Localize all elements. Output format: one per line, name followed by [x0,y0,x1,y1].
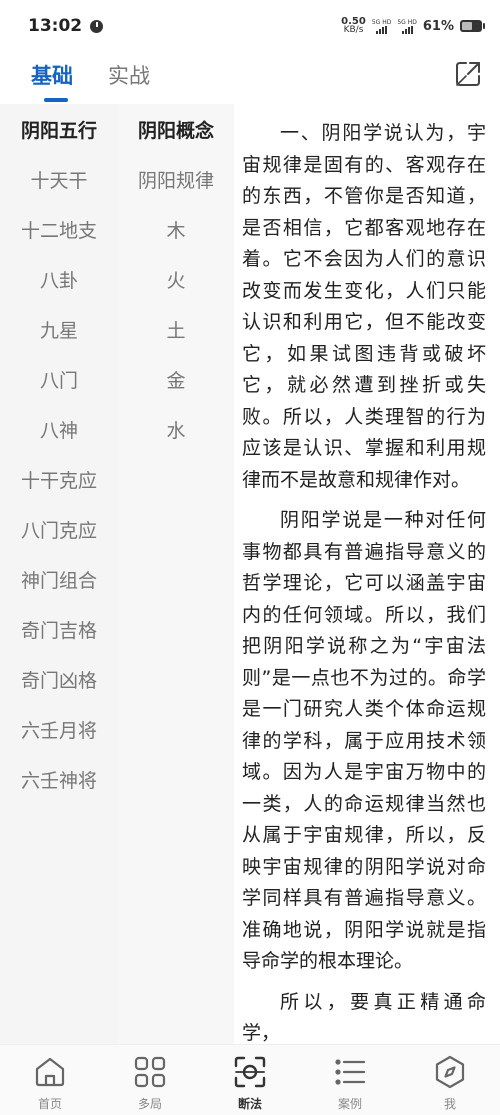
nav-me[interactable]: 我 [400,1045,500,1115]
subtopic-metal[interactable]: 金 [118,366,234,393]
header: 基础 实战 [0,52,500,104]
network-speed-unit: KB/s [343,25,364,35]
subtopic-fire[interactable]: 火 [118,266,234,293]
grid-icon [134,1056,166,1088]
nav-multi-label: 多局 [137,1097,162,1111]
subtopic-column: 阴阳概念 阴阳规律 木 火 土 金 水 [118,104,234,1044]
tab-practice[interactable]: 实战 [108,60,150,90]
active-tab-indicator [44,98,68,102]
sidebar-item-liuren-divine-generals[interactable]: 六壬神将 [0,766,118,793]
network-speed: 0.50 KB/s [341,17,366,35]
status-bar: 13:02 0.50 KB/s 5G HD 5G HD 61% [0,0,500,52]
subtopic-earth[interactable]: 土 [118,316,234,343]
scan-icon [234,1056,266,1088]
subtopic-yin-yang-laws[interactable]: 阴阳规律 [118,166,234,193]
sidebar-item-eight-gods[interactable]: 八神 [0,416,118,443]
article-paragraph: 所以，要真正精通命学， [242,990,486,1045]
sim1-label: 5G HD [371,18,392,26]
sidebar-item-ten-stems[interactable]: 十天干 [0,166,118,193]
nav-cases[interactable]: 案例 [300,1045,400,1115]
sim1-signal-icon: 5G HD [371,18,392,34]
nav-method[interactable]: 断法 [200,1045,300,1115]
nav-home[interactable]: 首页 [0,1045,100,1115]
category-sidebar: 阴阳五行 十天干 十二地支 八卦 九星 八门 八神 十干克应 八门克应 神门组合… [0,104,118,1044]
subtopic-wood[interactable]: 木 [118,216,234,243]
sidebar-item-eight-gates[interactable]: 八门 [0,366,118,393]
compass-icon [435,1055,465,1089]
article-paragraph: 一、阴阳学说认为，宇宙规律是固有的、客观存在的东西，不管你是否知道，是否相信，它… [242,122,486,491]
sidebar-item-stem-responses[interactable]: 十干克应 [0,466,118,493]
nav-multi[interactable]: 多局 [100,1045,200,1115]
sidebar-item-nine-stars[interactable]: 九星 [0,316,118,343]
subtopic-yin-yang-concept[interactable]: 阴阳概念 [118,116,234,143]
battery-percent: 61% [422,18,454,34]
status-indicators: 0.50 KB/s 5G HD 5G HD 61% [341,17,485,35]
clock-icon [90,19,104,33]
nav-cases-label: 案例 [337,1097,362,1111]
sidebar-item-god-gate-combos[interactable]: 神门组合 [0,566,118,593]
sidebar-item-auspicious-patterns[interactable]: 奇门吉格 [0,616,118,643]
nav-me-label: 我 [443,1097,456,1111]
sim2-label: 5G HD [397,18,417,26]
list-icon [335,1059,366,1085]
battery-icon [460,20,485,32]
article-content[interactable]: 一、阴阳学说认为，宇宙规律是固有的、客观存在的东西，不管你是否知道，是否相信，它… [236,104,500,1044]
nav-home-label: 首页 [37,1097,62,1111]
tab-basics[interactable]: 基础 [31,60,73,90]
sidebar-item-gate-responses[interactable]: 八门克应 [0,516,118,543]
sidebar-item-liuren-monthly-generals[interactable]: 六壬月将 [0,716,118,743]
sidebar-item-bagua[interactable]: 八卦 [0,266,118,293]
sidebar-item-yin-yang-wuxing[interactable]: 阴阳五行 [0,116,118,143]
sidebar-item-twelve-branches[interactable]: 十二地支 [0,216,118,243]
nav-method-label: 断法 [237,1097,262,1111]
sidebar-item-inauspicious-patterns[interactable]: 奇门凶格 [0,666,118,693]
subtopic-water[interactable]: 水 [118,416,234,443]
expand-icon[interactable] [454,60,482,88]
article-paragraph: 阴阳学说是一种对任何事物都具有普遍指导意义的哲学理论，它可以涵盖宇宙内的任何领域… [242,509,486,972]
bottom-nav: 首页 多局 断法 案例 我 [0,1044,500,1115]
home-icon [35,1057,65,1087]
status-time: 13:02 [28,16,83,36]
sim2-signal-icon: 5G HD [397,19,417,34]
